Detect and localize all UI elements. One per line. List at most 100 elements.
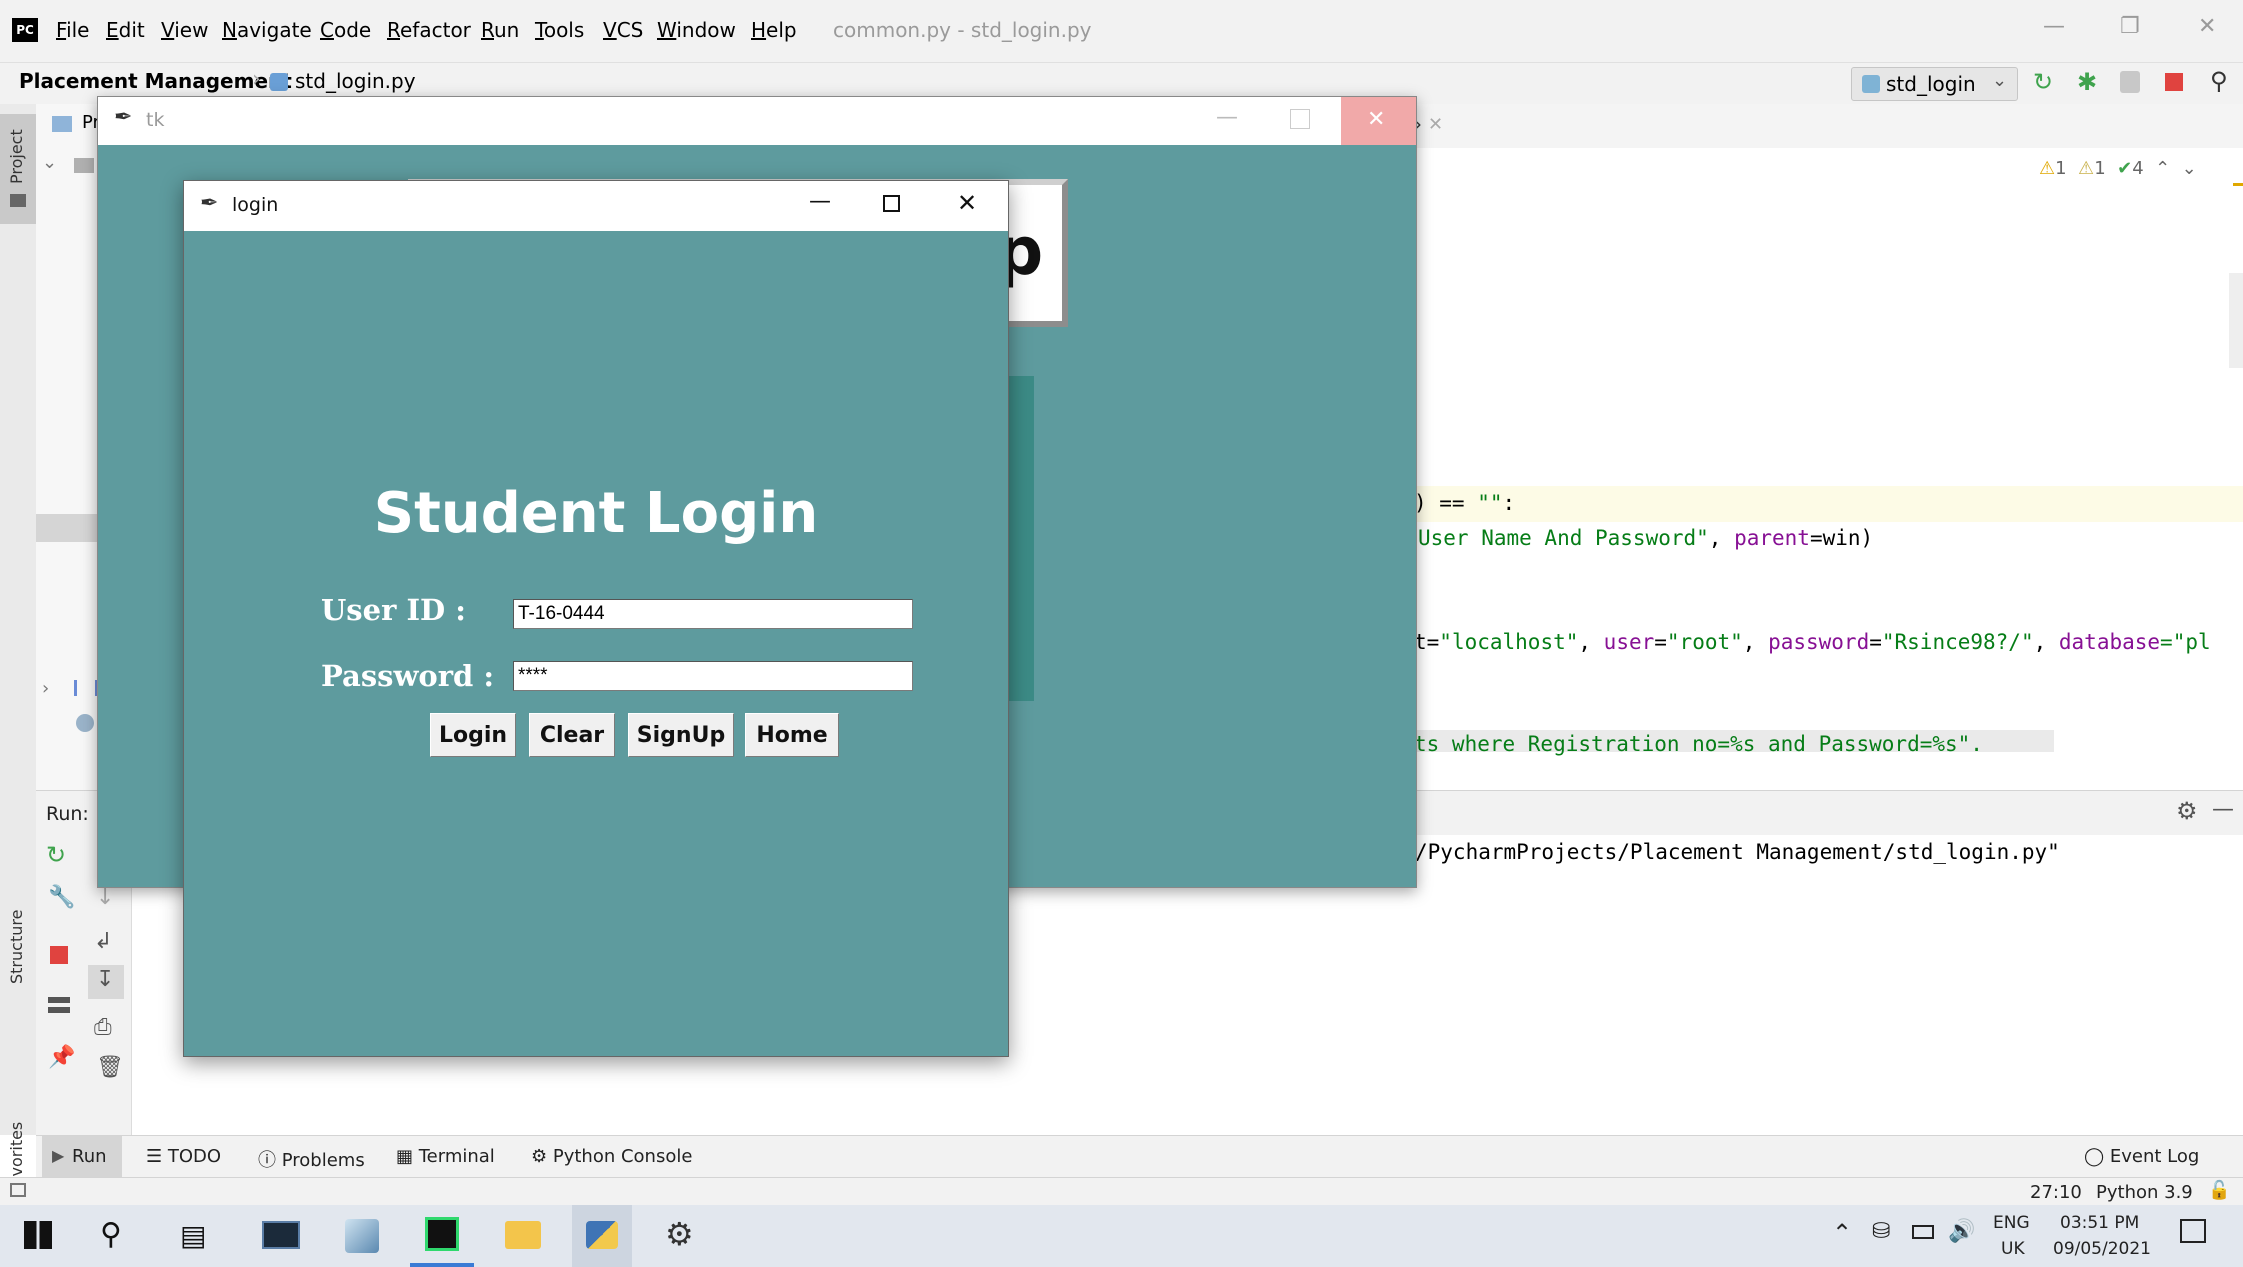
file-explorer-icon[interactable] [505, 1221, 541, 1249]
play-icon: ▶ [52, 1146, 65, 1165]
volume-icon[interactable]: 🔊 [1948, 1219, 1975, 1244]
chevron-up-icon[interactable]: ⌃ [2155, 158, 2170, 179]
menu-vcs[interactable]: VCS [603, 18, 643, 42]
minimize-icon[interactable]: — [809, 189, 831, 214]
tab-close-icon[interactable]: ✕ [1428, 114, 1443, 135]
notifications-icon[interactable] [2180, 1219, 2206, 1243]
breadcrumb-project[interactable]: Placement Management [19, 69, 292, 93]
hide-panel-icon[interactable]: — [2212, 797, 2234, 822]
search-icon[interactable]: ⚲ [100, 1217, 122, 1252]
soft-wrap-icon[interactable]: ↲ [94, 929, 112, 954]
breadcrumb-file[interactable]: std_login.py [295, 69, 416, 93]
battery-icon[interactable] [1912, 1225, 1934, 1239]
menu-tools[interactable]: Tools [535, 18, 584, 42]
mysql-workbench-icon[interactable] [262, 1221, 300, 1249]
tk-titlebar[interactable]: ✒ tk — ✕ [98, 97, 1416, 145]
scrollbar-thumb[interactable] [2229, 273, 2243, 368]
search-icon[interactable]: ⚲ [2210, 67, 2228, 95]
login-titlebar[interactable]: ✒ login — ✕ [184, 181, 1008, 231]
home-button[interactable]: Home [745, 713, 839, 757]
login-button[interactable]: Login [430, 713, 516, 757]
language-bottom[interactable]: UK [2001, 1239, 2025, 1259]
project-tool-tab[interactable]: Project [0, 114, 36, 224]
python-tk-icon [586, 1221, 618, 1249]
signup-button[interactable]: SignUp [628, 713, 734, 757]
python-taskbar-button[interactable] [572, 1205, 632, 1267]
tk-window-title: tk [146, 109, 165, 131]
password-label: Password : [321, 659, 495, 693]
task-view-icon[interactable]: ▤ [180, 1219, 206, 1252]
password-input[interactable] [513, 661, 913, 691]
code-editor[interactable]: ⚠1 ⚠1 ✔4 ⌃ ⌄ ) == "": User Name And Pass… [1414, 148, 2243, 756]
clock-date[interactable]: 09/05/2021 [2053, 1239, 2151, 1259]
menu-window[interactable]: Window [657, 18, 736, 42]
coverage-icon[interactable] [2120, 71, 2140, 93]
menu-view[interactable]: View [161, 18, 208, 42]
menu-edit[interactable]: Edit [106, 18, 145, 42]
code-line: t="localhost", user="root", password="Rs… [1414, 630, 2211, 654]
minimize-icon[interactable]: — [1216, 105, 1238, 130]
tk-close-button[interactable]: ✕ [1341, 97, 1416, 145]
print-icon[interactable]: ⎙ [94, 1015, 112, 1040]
clock-time[interactable]: 03:51 PM [2060, 1213, 2139, 1233]
chevron-down-icon[interactable]: ⌄ [2182, 158, 2197, 179]
clear-button[interactable]: Clear [529, 713, 615, 757]
maximize-icon[interactable] [883, 195, 900, 212]
selected-tree-row[interactable] [36, 514, 106, 542]
maximize-icon[interactable] [1290, 109, 1310, 129]
trash-icon[interactable]: 🗑 [96, 1055, 124, 1080]
tab-terminal[interactable]: ▦ Terminal [396, 1146, 495, 1167]
scroll-to-end-toggle[interactable]: ↧ [88, 965, 124, 999]
settings-gear-icon[interactable]: ⚙ [665, 1215, 694, 1253]
lock-icon[interactable]: 🔓 [2208, 1180, 2230, 1201]
structure-tab-label[interactable]: Structure [7, 910, 26, 984]
chevron-right-icon[interactable]: › [42, 678, 49, 699]
tab-problems[interactable]: ⓘ Problems [258, 1146, 365, 1172]
app-icon[interactable] [345, 1219, 379, 1253]
rerun-icon[interactable]: ↻ [2033, 68, 2053, 96]
caret-position[interactable]: 27:10 [2030, 1182, 2082, 1203]
feather-icon: ✒ [114, 105, 133, 130]
inspection-widget[interactable]: ⚠1 ⚠1 ✔4 ⌃ ⌄ [2039, 158, 2197, 179]
minimize-icon[interactable]: — [2043, 14, 2065, 39]
language-top[interactable]: ENG [1993, 1213, 2030, 1233]
pycharm-logo-icon: PC [12, 18, 38, 42]
scroll-down-icon[interactable]: ↓ [96, 885, 114, 910]
user-id-input[interactable] [513, 599, 913, 629]
menu-navigate[interactable]: Navigate [222, 18, 312, 42]
menu-code[interactable]: Code [320, 18, 371, 42]
tab-python-console[interactable]: ⚙ Python Console [531, 1146, 692, 1167]
run-configuration-selector[interactable]: std_login ⌄ [1851, 67, 2018, 101]
pycharm-taskbar-icon[interactable] [425, 1217, 459, 1251]
status-bar: 27:10 Python 3.9 🔓 [0, 1177, 2243, 1206]
project-panel: Pr ⌄ › [36, 104, 106, 790]
chevron-up-icon[interactable]: ⌃ [1832, 1219, 1852, 1247]
menu-run[interactable]: Run [481, 18, 519, 42]
menu-help[interactable]: Help [751, 18, 797, 42]
warning-icon: ⚠ [2039, 158, 2056, 179]
interpreter-label[interactable]: Python 3.9 [2096, 1182, 2193, 1203]
stop-icon[interactable] [2165, 73, 2183, 91]
close-icon[interactable]: ✕ [957, 189, 977, 217]
layout-icon[interactable] [48, 997, 70, 1013]
debug-bug-icon[interactable]: ✱ [2077, 68, 2097, 96]
tab-todo[interactable]: ☰ TODO [146, 1146, 221, 1167]
chevron-down-icon[interactable]: ⌄ [42, 152, 57, 173]
network-icon[interactable]: ⛁ [1872, 1219, 1890, 1244]
pin-icon[interactable]: 📌 [48, 1045, 75, 1070]
scratches-icon [76, 714, 94, 732]
wrench-icon[interactable]: 🔧 [48, 885, 75, 910]
active-app-indicator [410, 1263, 474, 1267]
run-config-label: std_login [1886, 72, 1976, 96]
tab-run[interactable]: ▶ Run [42, 1136, 122, 1178]
close-icon[interactable]: ✕ [2198, 14, 2216, 39]
toggle-tool-windows-icon[interactable] [10, 1183, 26, 1197]
event-log-tab[interactable]: ◯ Event Log [2084, 1146, 2199, 1167]
rerun-icon[interactable]: ↻ [46, 841, 66, 869]
menu-file[interactable]: File [56, 18, 89, 42]
menu-refactor[interactable]: Refactor [387, 18, 471, 42]
windows-start-icon[interactable] [24, 1221, 52, 1249]
restore-icon[interactable]: ❐ [2120, 14, 2140, 39]
gear-icon[interactable]: ⚙ [2176, 797, 2198, 825]
stop-icon[interactable] [50, 946, 68, 964]
